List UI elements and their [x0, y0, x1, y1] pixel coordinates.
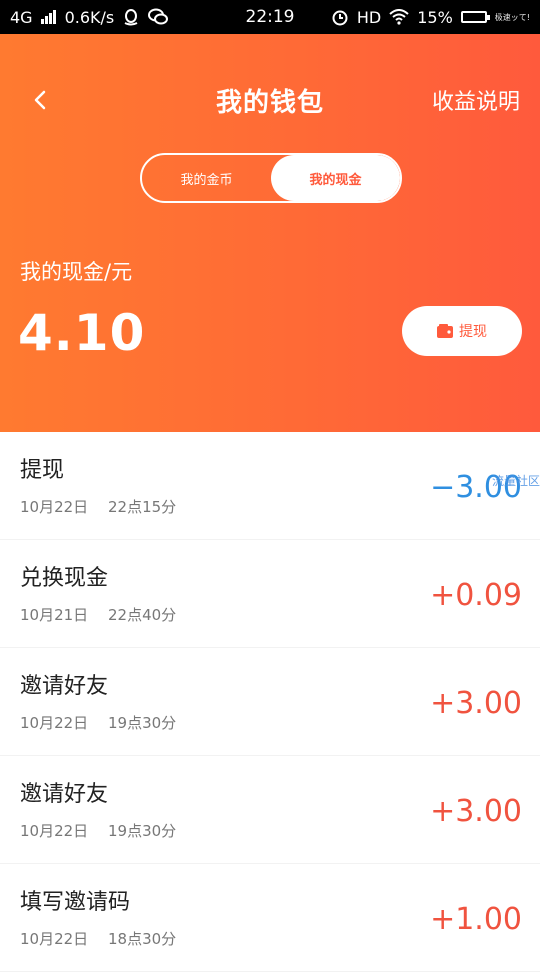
transaction-title: 兑换现金 — [20, 566, 109, 591]
transaction-date: 10月22日 — [20, 498, 89, 516]
list-item[interactable]: 邀请好友 10月22日 19点30分 +3.00 — [0, 756, 540, 863]
balance-value: 4.10 — [18, 304, 146, 362]
tab-my-coins[interactable]: 我的金币 — [142, 155, 271, 201]
wallet-header: 我的钱包 收益说明 我的金币 我的现金 我的现金/元 4.10 提现 — [0, 34, 540, 432]
hd-badge: HD — [356, 7, 382, 27]
transaction-title: 邀请好友 — [20, 782, 109, 807]
wifi-icon — [389, 9, 409, 25]
transaction-time: 19点30分 — [108, 714, 177, 732]
signal-icon — [40, 10, 57, 24]
list-item[interactable]: 兑换现金 10月21日 22点40分 +0.09 — [0, 540, 540, 647]
watermark-overlay: 流量社区 — [491, 474, 540, 488]
tab-my-cash[interactable]: 我的现金 — [271, 155, 400, 201]
transaction-amount: +1.00 — [430, 902, 522, 937]
withdraw-button[interactable]: 提现 — [402, 306, 522, 356]
list-item[interactable]: 邀请好友 10月22日 19点30分 +3.00 — [0, 648, 540, 755]
transaction-amount: +3.00 — [430, 794, 522, 829]
withdraw-label: 提现 — [459, 324, 487, 340]
transaction-time: 19点30分 — [108, 822, 177, 840]
transaction-title: 提现 — [20, 458, 65, 483]
network-type: 4G — [10, 7, 33, 27]
transaction-amount: +0.09 — [430, 578, 522, 613]
status-bar: 4G 0.6K/s 22:19 HD 15% 极速ッて! — [0, 0, 540, 34]
transaction-date: 10月21日 — [20, 606, 89, 624]
net-speed: 0.6K/s — [64, 7, 115, 27]
transaction-list: 提现 10月22日 22点15分 −3.00 流量社区 兑换现金 10月21日 … — [0, 432, 540, 972]
alarm-icon — [331, 8, 349, 26]
transaction-amount: +3.00 — [430, 686, 522, 721]
battery-percent: 15% — [417, 7, 453, 27]
transaction-time: 18点30分 — [108, 930, 177, 948]
list-item[interactable]: 提现 10月22日 22点15分 −3.00 流量社区 — [0, 432, 540, 539]
transaction-date: 10月22日 — [20, 714, 89, 732]
transaction-title: 填写邀请码 — [20, 890, 131, 915]
earnings-explanation-link[interactable]: 收益说明 — [432, 84, 520, 116]
battery-icon — [460, 11, 490, 23]
transaction-title: 邀请好友 — [20, 674, 109, 699]
balance-label: 我的现金/元 — [20, 260, 133, 284]
qq-icon — [122, 8, 140, 26]
list-item[interactable]: 填写邀请码 10月22日 18点30分 +1.00 — [0, 864, 540, 971]
transaction-time: 22点40分 — [108, 606, 177, 624]
wechat-icon — [148, 8, 169, 26]
transaction-date: 10月22日 — [20, 822, 89, 840]
transaction-time: 22点15分 — [108, 498, 177, 516]
wallet-tabs: 我的金币 我的现金 — [140, 153, 402, 203]
wallet-icon — [437, 324, 453, 338]
battery-note: 极速ッて! — [494, 12, 530, 22]
transaction-date: 10月22日 — [20, 930, 89, 948]
